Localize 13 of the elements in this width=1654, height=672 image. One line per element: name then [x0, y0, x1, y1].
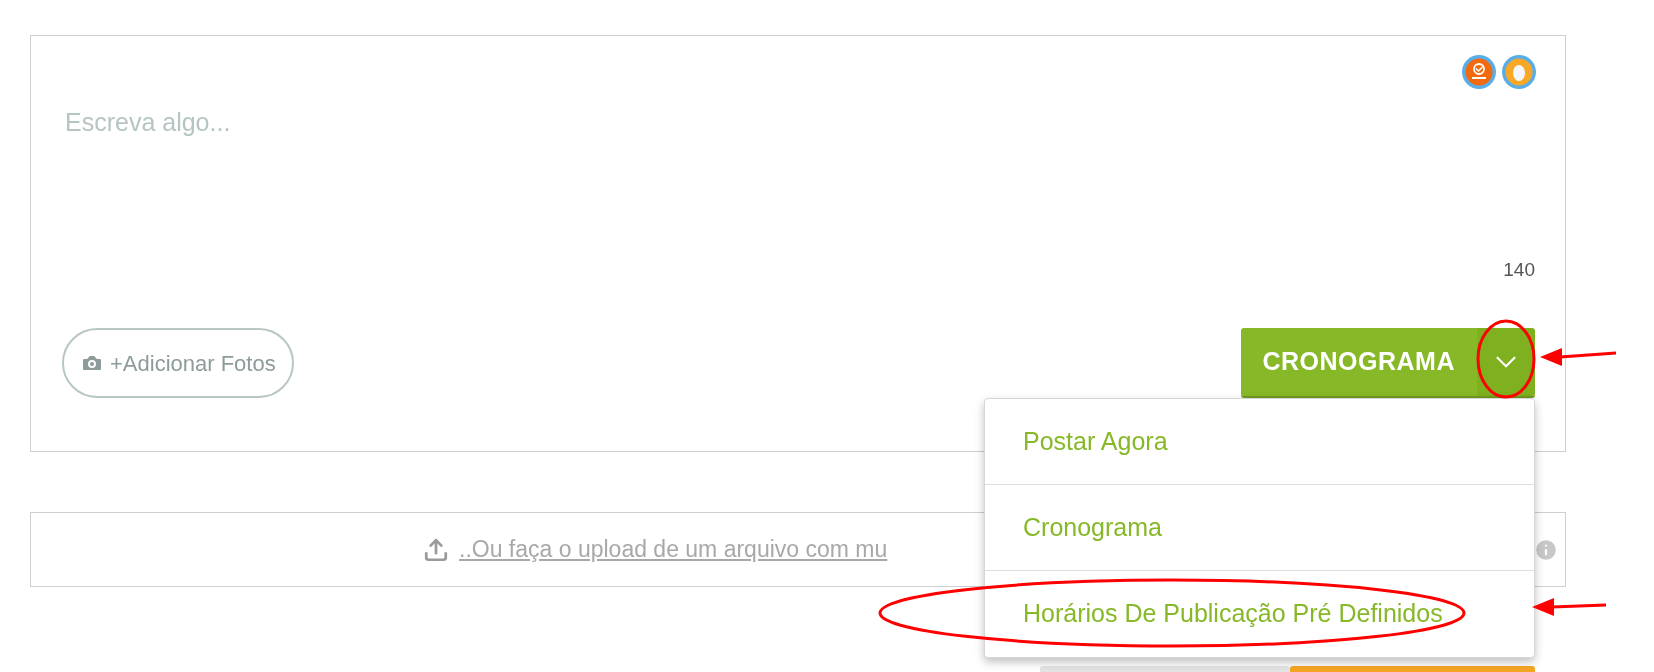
- character-counter: 140: [1503, 258, 1535, 282]
- add-photos-button[interactable]: +Adicionar Fotos: [62, 328, 294, 398]
- dropdown-item[interactable]: Cronograma: [985, 485, 1534, 571]
- logo-icon: [1461, 54, 1497, 90]
- dropdown-item[interactable]: Horários De Publicação Pré Definidos: [985, 571, 1534, 657]
- post-text-field[interactable]: Escreva algo...: [65, 104, 1365, 142]
- partial-button[interactable]: [1290, 666, 1535, 672]
- partial-button[interactable]: [1040, 666, 1290, 672]
- dropdown-item[interactable]: Postar Agora: [985, 399, 1534, 485]
- upload-icon: [423, 536, 449, 563]
- schedule-button[interactable]: CRONOGRAMA: [1240, 328, 1477, 396]
- egg-avatar-icon: [1501, 54, 1537, 90]
- upload-link[interactable]: ..Ou faça o upload de um arquivo com mu: [459, 532, 888, 567]
